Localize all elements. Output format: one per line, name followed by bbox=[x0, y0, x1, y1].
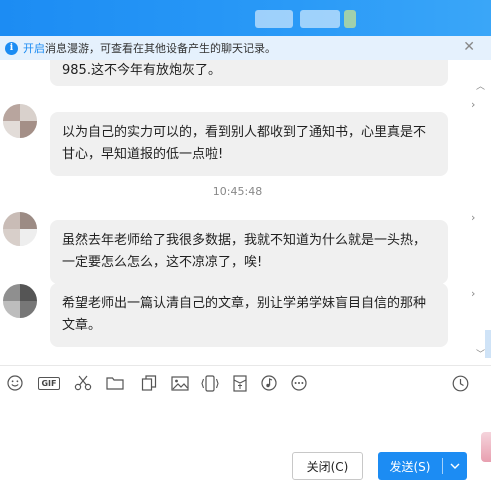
shake-icon[interactable] bbox=[200, 374, 220, 392]
red-packet-icon[interactable] bbox=[230, 374, 250, 392]
close-button-label: 关闭(C) bbox=[306, 459, 349, 474]
message-bubble: 希望老师出一篇认清自己的文章，别让学弟学妹盲目自信的那种文章。 bbox=[50, 283, 448, 347]
title-blur bbox=[344, 10, 356, 28]
emoji-icon[interactable] bbox=[5, 374, 25, 392]
close-button[interactable]: 关闭(C) bbox=[292, 452, 363, 480]
close-notice-icon[interactable]: ✕ bbox=[463, 40, 475, 54]
message-timestamp: 10:45:48 bbox=[212, 185, 263, 198]
send-options-icon[interactable] bbox=[443, 463, 467, 469]
avatar[interactable] bbox=[3, 212, 37, 246]
message-bubble: 985.这不今年有放炮灰了。 bbox=[50, 60, 448, 86]
message-bubble: 虽然去年老师给了我很多数据，我就不知道为什么就是一头热，一定要怎么怎么，这不凉凉… bbox=[50, 220, 448, 284]
scroll-up-icon[interactable]: ︿ bbox=[476, 82, 485, 92]
chevron-right-icon[interactable]: › bbox=[471, 98, 475, 111]
chat-history[interactable]: 985.这不今年有放炮灰了。 以为自己的实力可以的，看到别人都收到了通知书，心里… bbox=[0, 60, 470, 365]
message-text: 985.这不今年有放炮灰了。 bbox=[62, 63, 221, 78]
scroll-down-icon[interactable]: ﹀ bbox=[476, 350, 485, 360]
history-icon[interactable] bbox=[450, 374, 470, 392]
title-blur bbox=[255, 10, 293, 28]
chevron-right-icon[interactable]: › bbox=[471, 287, 475, 300]
side-decoration bbox=[481, 432, 491, 462]
more-tools-icon[interactable] bbox=[289, 374, 309, 392]
enable-roaming-link[interactable]: 开启 bbox=[23, 40, 45, 56]
avatar[interactable] bbox=[3, 104, 37, 138]
roaming-notice: i 开启 消息漫游，可查看在其他设备产生的聊天记录。 ✕ bbox=[0, 36, 491, 60]
gif-icon[interactable]: GIF bbox=[36, 374, 62, 392]
side-panel-edge bbox=[485, 330, 491, 358]
message-input[interactable] bbox=[0, 401, 481, 447]
folder-icon[interactable] bbox=[105, 374, 125, 392]
message-text: 以为自己的实力可以的，看到别人都收到了通知书，心里真是不甘心，早知道报的低一点啦… bbox=[62, 125, 427, 162]
chevron-right-icon[interactable]: › bbox=[471, 211, 475, 224]
image-icon[interactable] bbox=[170, 374, 190, 392]
avatar[interactable] bbox=[3, 284, 37, 318]
gif-label: GIF bbox=[38, 376, 60, 390]
message-text: 希望老师出一篇认清自己的文章，别让学弟学妹盲目自信的那种文章。 bbox=[62, 296, 427, 333]
music-icon[interactable] bbox=[259, 374, 279, 392]
info-icon: i bbox=[5, 41, 18, 55]
message-bubble: 以为自己的实力可以的，看到别人都收到了通知书，心里真是不甘心，早知道报的低一点啦… bbox=[50, 112, 448, 176]
file-copy-icon[interactable] bbox=[139, 374, 159, 392]
window-titlebar bbox=[0, 0, 491, 36]
input-toolbar: GIF bbox=[0, 365, 491, 401]
scissors-icon[interactable] bbox=[73, 374, 93, 392]
message-text: 虽然去年老师给了我很多数据，我就不知道为什么就是一头热，一定要怎么怎么，这不凉凉… bbox=[62, 233, 427, 270]
send-button[interactable]: 发送(S) bbox=[378, 452, 467, 480]
send-button-label: 发送(S) bbox=[389, 459, 431, 474]
title-blur bbox=[300, 10, 340, 28]
roaming-notice-text: 消息漫游，可查看在其他设备产生的聊天记录。 bbox=[45, 42, 276, 55]
